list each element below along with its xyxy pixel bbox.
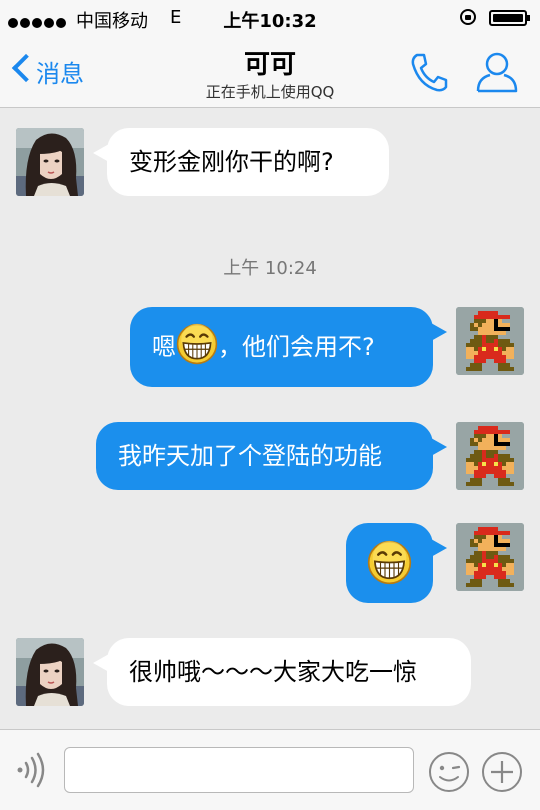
nav-bar: 消息 可可 正在手机上使用QQ <box>0 36 540 108</box>
message-text: ，他们会用不? <box>218 333 375 361</box>
status-time: 上午10:32 <box>223 11 317 32</box>
contact-avatar-image <box>16 128 84 196</box>
call-button[interactable] <box>407 50 449 94</box>
message-bubble-incoming[interactable]: 很帅哦～～～大家大吃一惊 <box>93 638 471 706</box>
contact-avatar[interactable] <box>16 638 84 706</box>
profile-icon <box>476 52 518 93</box>
emoji-button[interactable] <box>427 750 471 794</box>
message-text: 变形金刚你干的啊? <box>129 148 334 176</box>
message-bubble-incoming[interactable]: 变形金刚你干的啊? <box>93 128 389 196</box>
message-input[interactable] <box>64 747 414 793</box>
self-avatar[interactable] <box>456 307 524 375</box>
message-text: 我昨天加了个登陆的功能 <box>118 442 382 470</box>
mario-avatar-image <box>456 523 524 591</box>
message-bubble-outgoing[interactable]: 嗯 ，他们会用不? <box>130 307 447 387</box>
emoji-face-icon <box>429 752 469 792</box>
input-bar <box>0 729 540 810</box>
contact-status: 正在手机上使用QQ <box>205 83 335 101</box>
grin-emoji-icon <box>367 540 412 585</box>
voice-input-button[interactable] <box>14 752 50 788</box>
battery-icon <box>489 10 530 26</box>
status-bar: 中国移动 E 上午10:32 <box>0 0 540 36</box>
plus-icon <box>482 752 522 792</box>
message-bubble-outgoing[interactable] <box>346 523 447 603</box>
contact-avatar-image <box>16 638 84 706</box>
phone-icon <box>411 53 448 92</box>
message-text: 很帅哦～～～大家大吃一惊 <box>129 658 417 686</box>
mario-avatar-image <box>456 307 524 375</box>
voice-icon <box>17 752 45 788</box>
self-avatar[interactable] <box>456 422 524 490</box>
rotation-lock-icon <box>460 9 476 25</box>
contact-name: 可可 <box>243 50 296 80</box>
more-options-button[interactable] <box>480 750 524 794</box>
contact-avatar[interactable] <box>16 128 84 196</box>
message-text: 嗯 <box>152 333 176 361</box>
contact-profile-button[interactable] <box>474 50 520 94</box>
grin-emoji-icon <box>176 323 218 365</box>
mario-avatar-image <box>456 422 524 490</box>
self-avatar[interactable] <box>456 523 524 591</box>
message-bubble-outgoing[interactable]: 我昨天加了个登陆的功能 <box>96 422 447 490</box>
message-timestamp: 上午 10:24 <box>223 258 317 279</box>
